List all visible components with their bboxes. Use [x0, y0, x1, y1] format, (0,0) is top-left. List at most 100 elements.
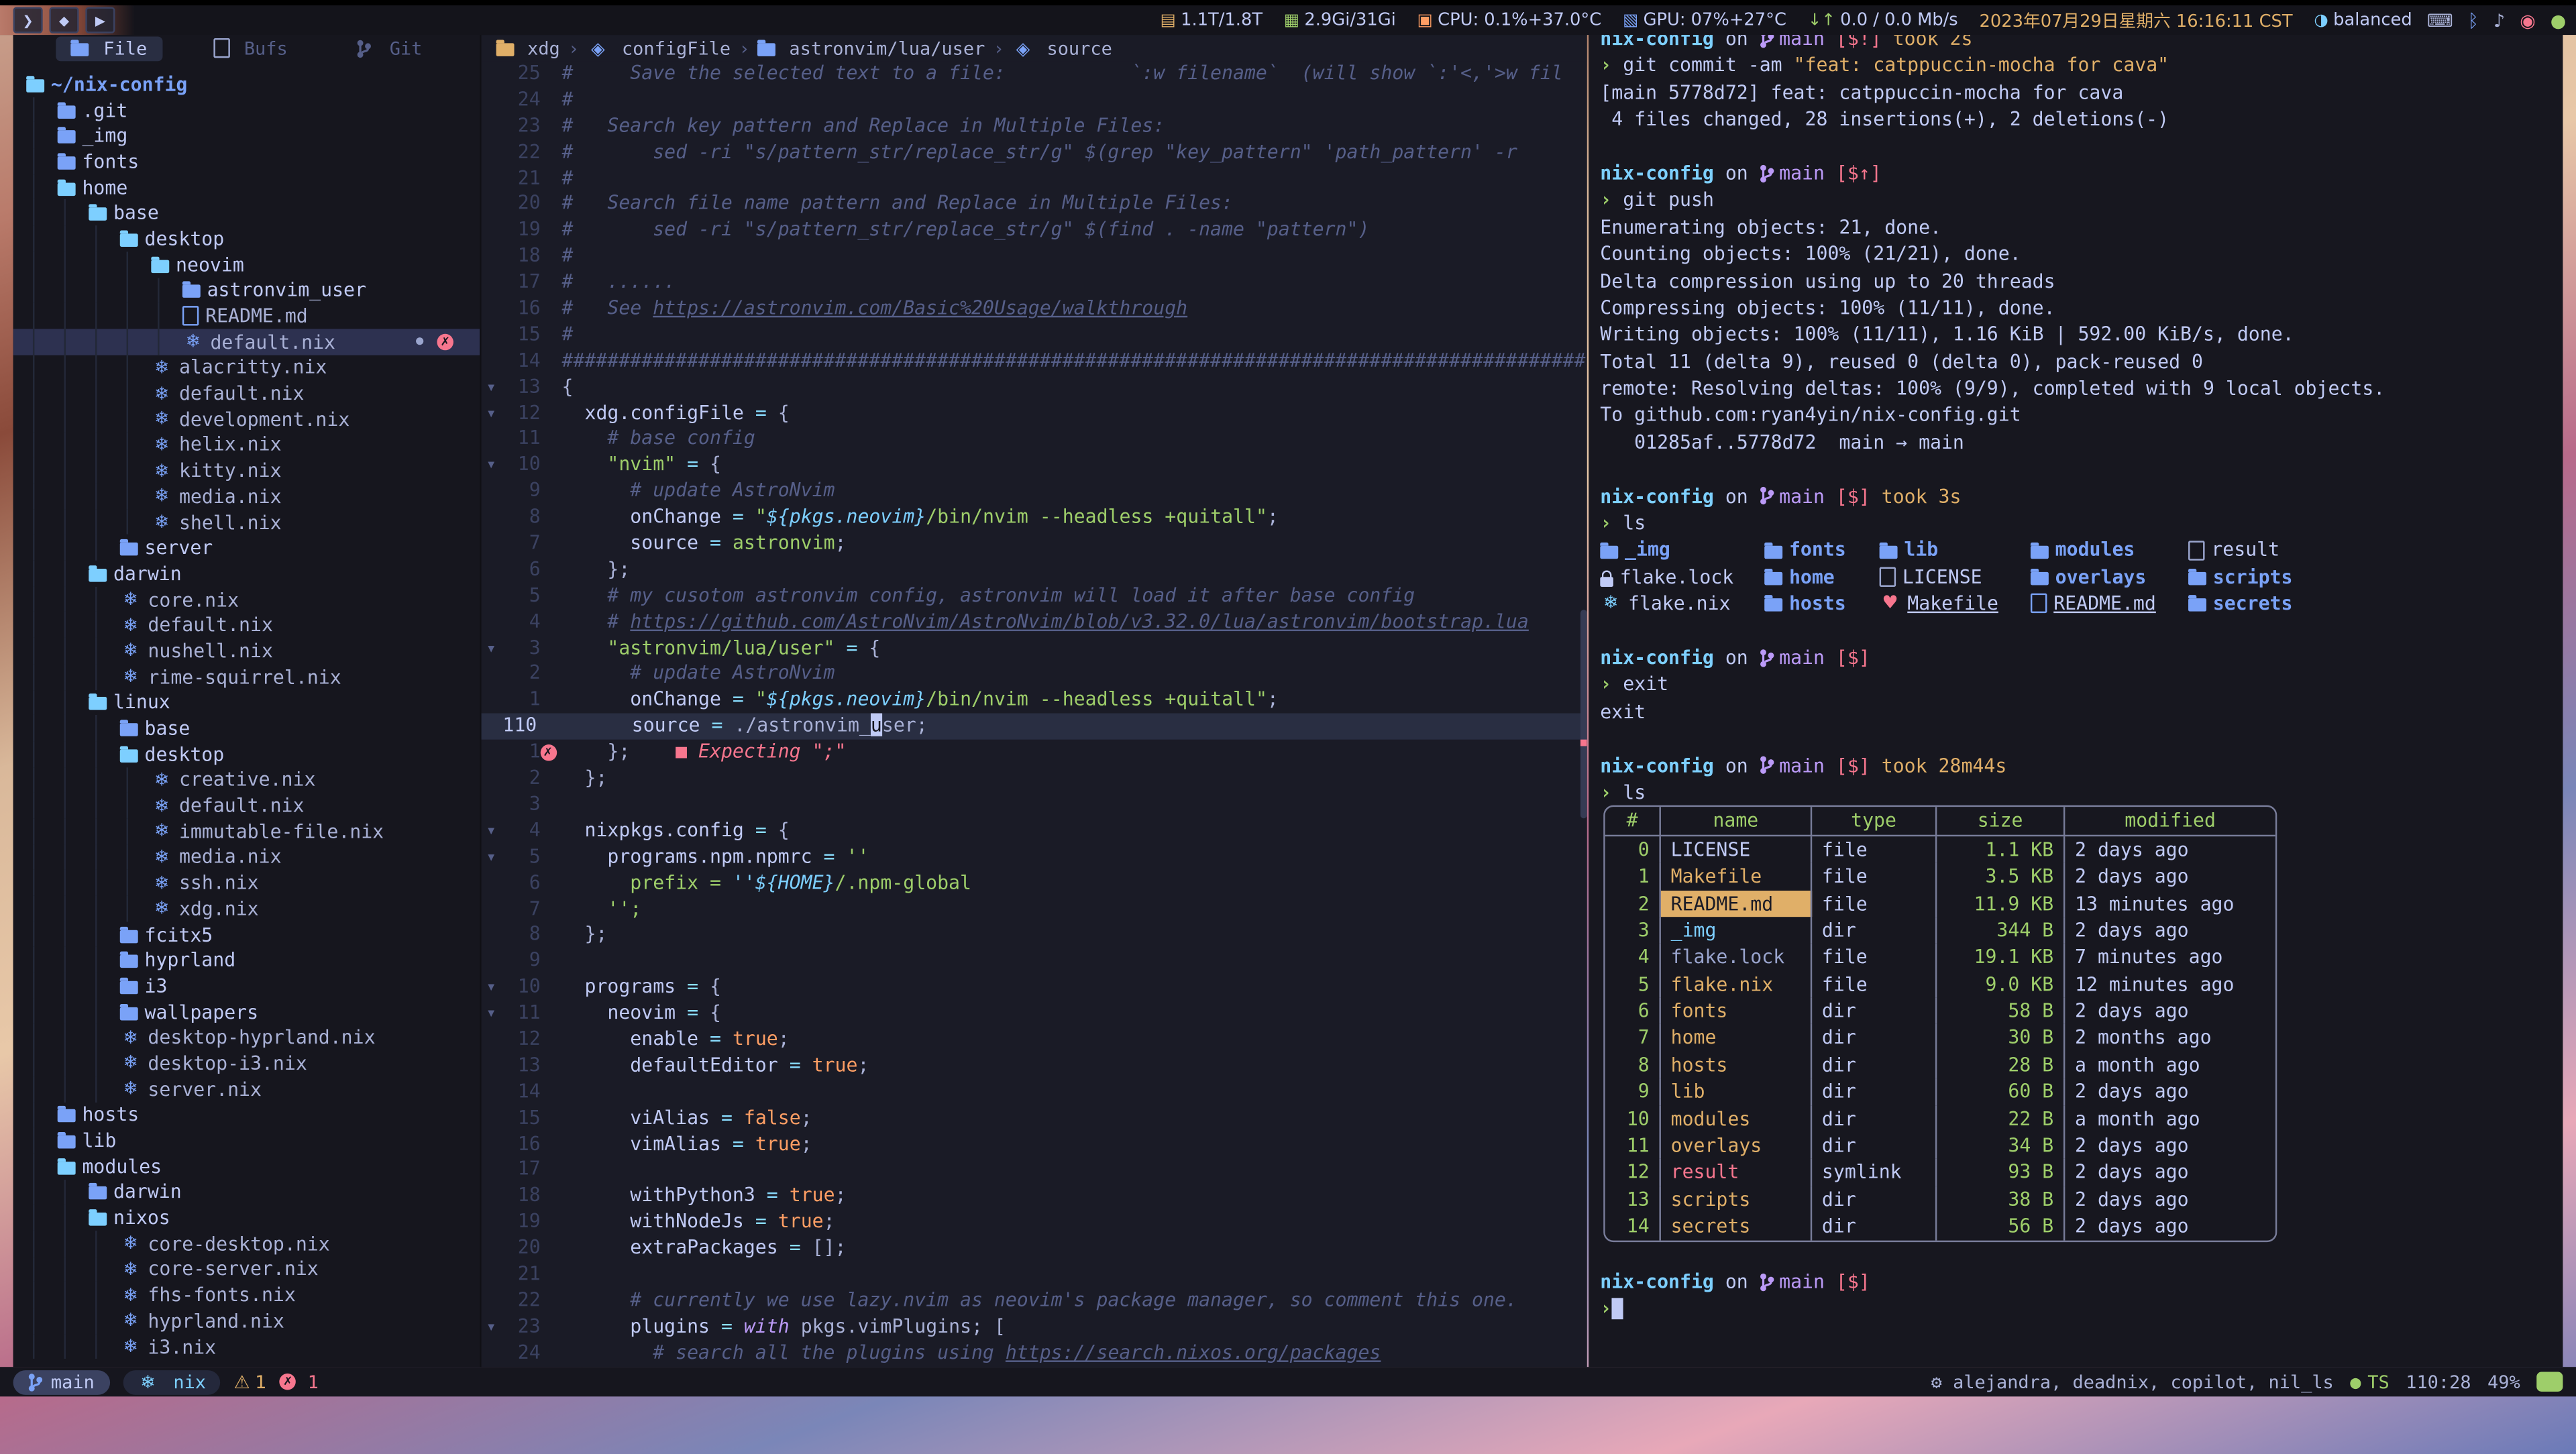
volume-icon[interactable]: ♪: [2493, 9, 2505, 31]
tree-item[interactable]: astronvim_user: [13, 277, 480, 302]
tree-item[interactable]: ❄xdg.nix: [13, 895, 480, 921]
tree-item[interactable]: ❄default.nix: [13, 380, 480, 406]
tree-item[interactable]: ❄shell.nix: [13, 509, 480, 535]
statusbar-filetype[interactable]: ❄nix: [122, 1369, 221, 1394]
workspace-icon-3[interactable]: ▶: [85, 7, 115, 33]
fold-icon[interactable]: ▾: [482, 635, 501, 661]
tree-item[interactable]: ❄ssh.nix: [13, 870, 480, 895]
tree-item[interactable]: _img: [13, 123, 480, 148]
tree-item[interactable]: ❄core-server.nix: [13, 1256, 480, 1282]
tree-item[interactable]: neovim: [13, 251, 480, 277]
tree-item[interactable]: README.md: [13, 303, 480, 329]
nix-icon: ❄: [151, 899, 172, 918]
table-cell-nsize: 38 B: [1937, 1186, 2065, 1213]
tree-item[interactable]: ❄media.nix: [13, 484, 480, 509]
workspace-icon-2[interactable]: ◆: [49, 7, 78, 33]
tree-tab-file[interactable]: File: [56, 36, 162, 60]
tree-item[interactable]: ❄core-desktop.nix: [13, 1231, 480, 1256]
code-line: 16# See https://astronvim.com/Basic%20Us…: [482, 296, 1587, 323]
editor-scrollbar[interactable]: [1580, 61, 1587, 1367]
code-line: 7 '';: [482, 897, 1587, 923]
tree-item[interactable]: hyprland: [13, 947, 480, 972]
tree-item[interactable]: home: [13, 174, 480, 200]
tree-item[interactable]: ~/nix-config: [13, 71, 480, 97]
tree-item[interactable]: base: [13, 200, 480, 225]
tree-item[interactable]: ❄core.nix: [13, 586, 480, 612]
table-cell-nmod: 13 minutes ago: [2065, 890, 2275, 917]
bluetooth-icon[interactable]: ᛒ: [2468, 9, 2479, 31]
tree-item[interactable]: ❄fhs-fonts.nix: [13, 1282, 480, 1308]
code-token: [562, 844, 608, 867]
fold-icon[interactable]: ▾: [482, 400, 501, 427]
fold-icon[interactable]: ▾: [482, 1001, 501, 1027]
tree-item[interactable]: lib: [13, 1127, 480, 1153]
tree-tab-git[interactable]: Git: [339, 36, 437, 60]
status-dot-icon[interactable]: ●: [2551, 9, 2567, 31]
breadcrumb-item[interactable]: ◈source: [1012, 38, 1112, 59]
tree-item[interactable]: ❄desktop-hyprland.nix: [13, 1024, 480, 1050]
scrollbar-thumb[interactable]: [1580, 610, 1587, 818]
tree-item[interactable]: fcitx5: [13, 921, 480, 947]
tree-item[interactable]: .git: [13, 97, 480, 122]
breadcrumb-item[interactable]: astronvim/lua/user: [758, 38, 985, 59]
fold-icon[interactable]: ▾: [482, 374, 501, 400]
tree-item[interactable]: fonts: [13, 148, 480, 174]
tree-item[interactable]: hosts: [13, 1102, 480, 1127]
ls-entry: LICENSE: [1880, 563, 2031, 590]
warning-count[interactable]: ⚠1: [234, 1371, 267, 1392]
tree-item[interactable]: darwin: [13, 1179, 480, 1205]
fold-icon[interactable]: ▾: [482, 844, 501, 871]
tree-tab-bufs[interactable]: Bufs: [198, 36, 303, 60]
tree-item[interactable]: ❄immutable-file.nix: [13, 818, 480, 844]
tree-item[interactable]: ❄hyprland.nix: [13, 1308, 480, 1333]
tree-item[interactable]: nixos: [13, 1205, 480, 1230]
tree-item[interactable]: modules: [13, 1154, 480, 1179]
fold-icon[interactable]: ▾: [482, 453, 501, 479]
breadcrumb-item[interactable]: xdg: [496, 38, 560, 59]
tree-item[interactable]: ❄nushell.nix: [13, 638, 480, 663]
tree-item[interactable]: ❄desktop-i3.nix: [13, 1050, 480, 1076]
tree-items[interactable]: ~/nix-config.git_imgfontshomebasedesktop…: [13, 66, 480, 1367]
tree-item[interactable]: server: [13, 535, 480, 560]
tree-item[interactable]: ❄default.nix: [13, 612, 480, 638]
power-icon[interactable]: ◉: [2520, 9, 2536, 31]
terminal-window[interactable]: nix-config on main [$!] took 2s› git com…: [1589, 5, 2563, 1367]
tree-item-label: linux: [113, 691, 170, 714]
code-token: =: [744, 818, 778, 841]
table-cell-nidx: 12: [1605, 1159, 1661, 1186]
tree-item[interactable]: desktop: [13, 741, 480, 767]
tree-item[interactable]: ❄i3.nix: [13, 1333, 480, 1359]
tree-item[interactable]: ❄server.nix: [13, 1076, 480, 1101]
fold-icon[interactable]: ▾: [482, 1314, 501, 1340]
tree-item[interactable]: linux: [13, 689, 480, 715]
fold-icon[interactable]: ▾: [482, 818, 501, 844]
error-count[interactable]: ✗1: [280, 1371, 319, 1392]
tree-item[interactable]: i3: [13, 973, 480, 999]
tree-item[interactable]: ❄media.nix: [13, 844, 480, 870]
terminal-token: Enumerating objects: 21, done.: [1600, 213, 1941, 240]
indent-guide: [33, 1024, 58, 1050]
fold-icon[interactable]: ▾: [482, 974, 501, 1001]
tree-item[interactable]: base: [13, 715, 480, 740]
terminal-token: [1611, 1298, 1623, 1319]
tree-item[interactable]: ❄rime-squirrel.nix: [13, 664, 480, 689]
tree-item[interactable]: wallpapers: [13, 999, 480, 1024]
tree-item[interactable]: ❄default.nix: [13, 793, 480, 818]
tree-item[interactable]: ❄development.nix: [13, 406, 480, 431]
tree-item[interactable]: darwin: [13, 561, 480, 586]
code-area[interactable]: 25# Save the selected text to a file: `:…: [482, 61, 1587, 1367]
tree-item[interactable]: desktop: [13, 225, 480, 251]
breadcrumb-item[interactable]: ◈configFile: [588, 38, 731, 59]
tree-item[interactable]: ❄default.nix●✗: [13, 329, 480, 354]
tree-item[interactable]: ❄helix.nix: [13, 432, 480, 457]
indent-guide: [158, 329, 182, 354]
statusbar-branch[interactable]: main: [13, 1369, 109, 1394]
workspace-icon-1[interactable]: ❯: [13, 7, 43, 33]
tree-item[interactable]: ❄kitty.nix: [13, 457, 480, 483]
neovim-window: File Bufs Git ~/nix-config.git_imgfontshom…: [13, 5, 1587, 1367]
tree-item-label: nushell.nix: [148, 639, 273, 662]
lsp-clients-label: alejandra, deadnix, copilot, nil_ls: [1953, 1371, 2334, 1392]
keyboard-icon[interactable]: ⌨: [2427, 9, 2453, 31]
tree-item[interactable]: ❄creative.nix: [13, 767, 480, 792]
tree-item[interactable]: ❄alacritty.nix: [13, 355, 480, 380]
